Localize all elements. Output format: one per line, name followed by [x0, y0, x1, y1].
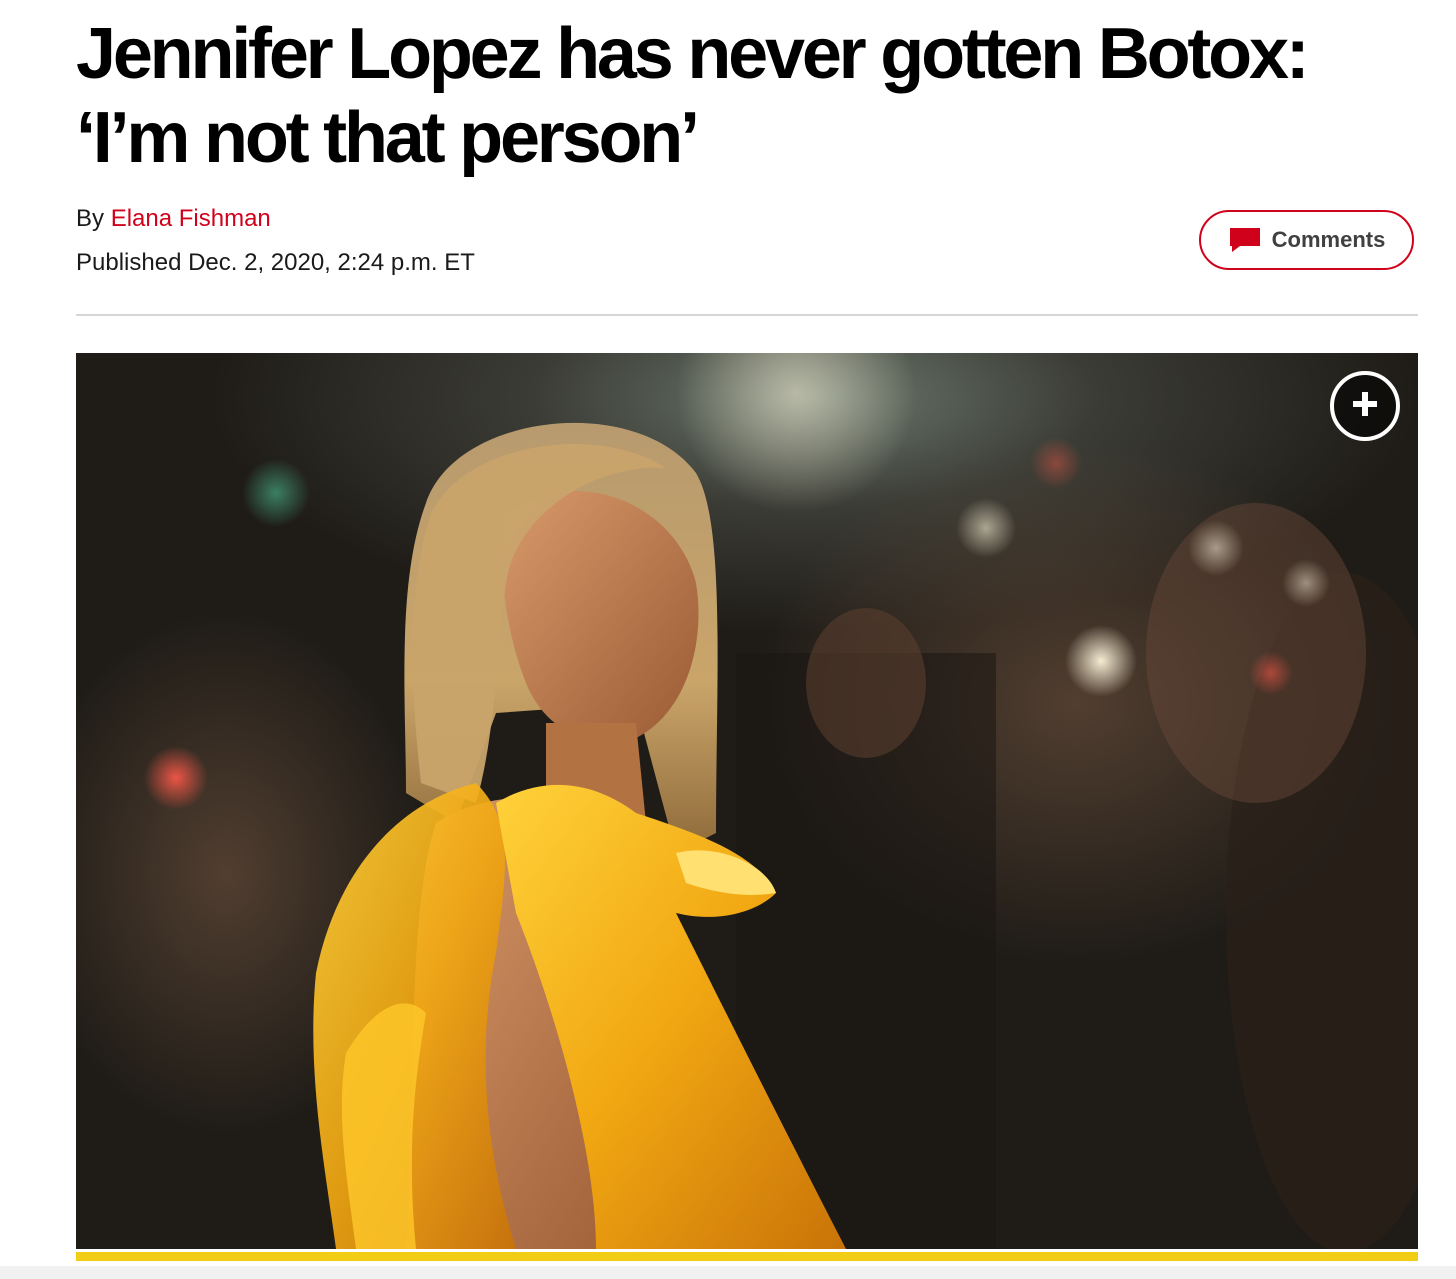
headline-line-1: Jennifer Lopez has never gotten Botox: — [76, 14, 1310, 94]
comments-button[interactable]: Comments — [1199, 210, 1414, 270]
plus-icon — [1352, 391, 1378, 422]
page-bottom-strip — [0, 1266, 1456, 1279]
divider — [76, 314, 1418, 316]
published-date: Published Dec. 2, 2020, 2:24 p.m. ET — [76, 249, 475, 276]
speech-bubble-icon — [1228, 226, 1262, 254]
comments-label: Comments — [1271, 227, 1386, 252]
byline: By Elana Fishman — [76, 203, 271, 235]
article-headline: Jennifer Lopez has never gotten Botox: ‘… — [76, 12, 1416, 180]
hero-photo — [76, 353, 1418, 1249]
expand-photo-button[interactable] — [1330, 371, 1400, 441]
headline-line-2: ‘I’m not that person’ — [76, 98, 700, 178]
author-link[interactable]: Elana Fishman — [111, 205, 271, 232]
accent-bar — [76, 1252, 1418, 1261]
byline-prefix: By — [76, 205, 105, 232]
